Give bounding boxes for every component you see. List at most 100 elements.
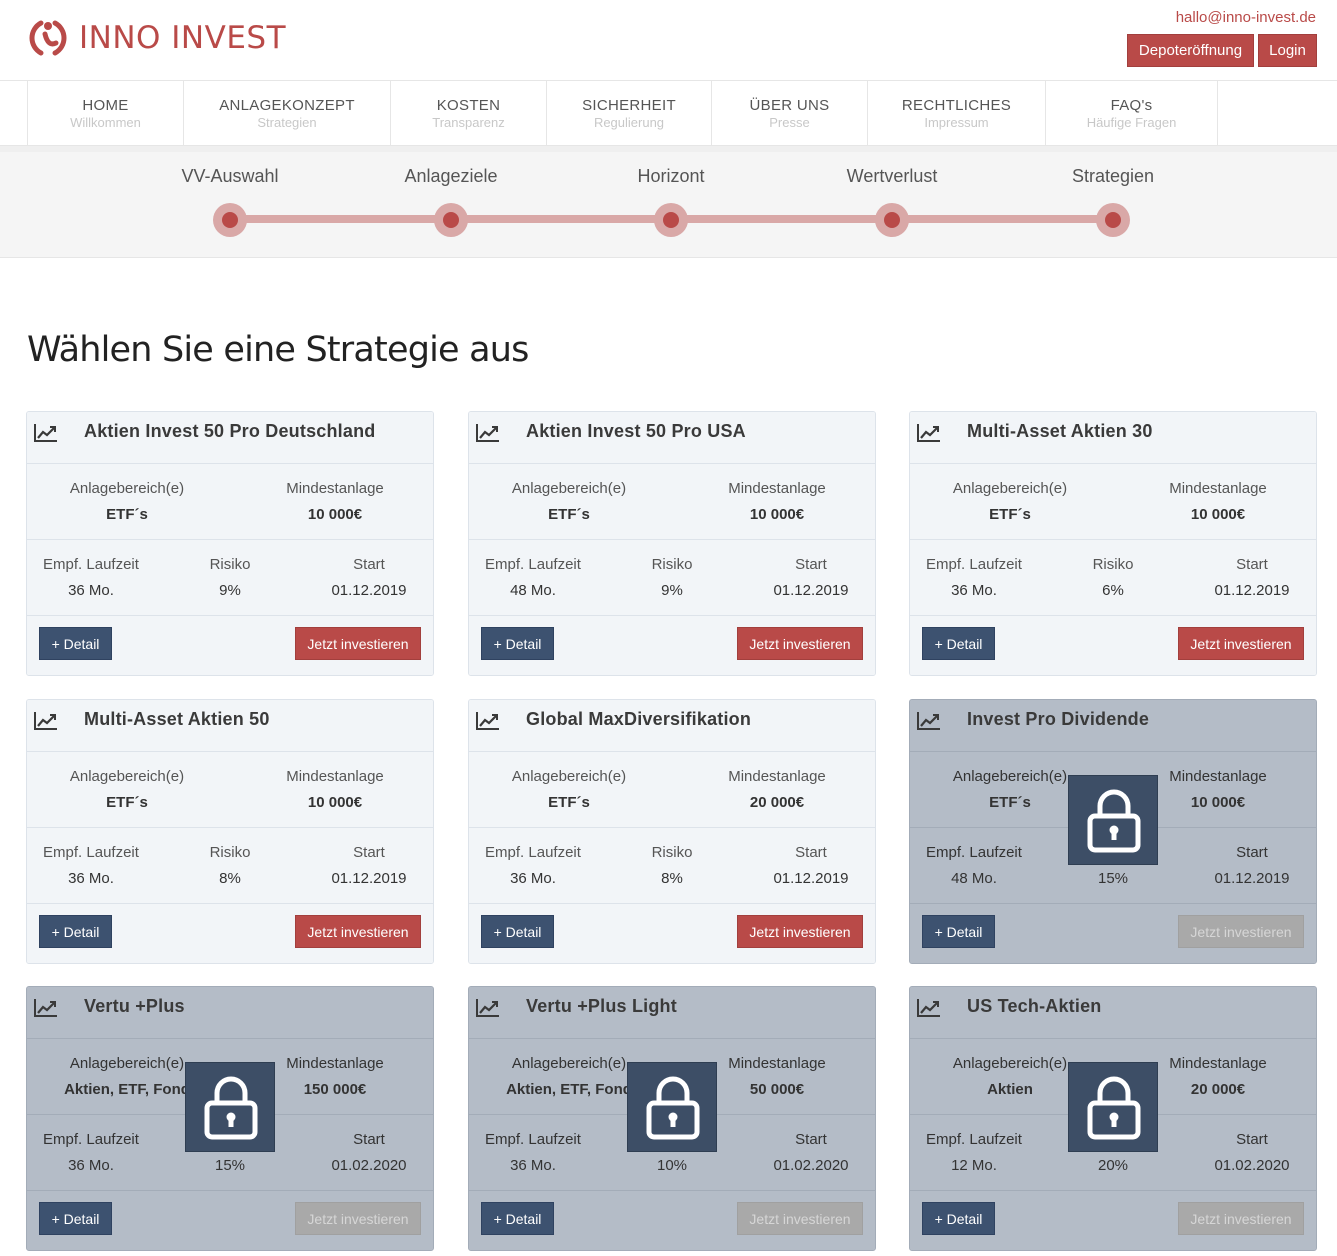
detail-button[interactable]: + Detail (481, 627, 554, 660)
card-row-investment: Anlagebereich(e) ETF´s Mindestanlage 10 … (27, 752, 433, 828)
term-value: 36 Mo. (510, 1157, 556, 1174)
start-value: 01.12.2019 (331, 870, 407, 887)
nav-label: HOME (82, 97, 129, 114)
min-investment-value: 10 000€ (307, 794, 363, 811)
start-value: 01.12.2019 (331, 582, 407, 599)
nav-item-kosten[interactable]: KOSTEN Transparenz (390, 81, 546, 147)
lock-overlay (627, 1062, 717, 1152)
step-strategien[interactable]: Strategien (1023, 166, 1203, 237)
card-row-investment: Anlagebereich(e) ETF´s Mindestanlage 10 … (27, 464, 433, 540)
step-dot (654, 203, 688, 237)
card-row-terms: Empf. Laufzeit 36 Mo. Risiko 8% Start 01… (27, 828, 433, 904)
logo[interactable]: INNO INVEST (27, 18, 286, 58)
chart-trend-icon (475, 710, 501, 732)
main-navigation: HOME Willkommen ANLAGEKONZEPT Strategien… (0, 80, 1337, 147)
nav-item-ueber-uns[interactable]: ÜBER UNS Presse (711, 81, 867, 147)
nav-item-anlagekonzept[interactable]: ANLAGEKONZEPT Strategien (183, 81, 390, 147)
detail-button[interactable]: + Detail (922, 1202, 995, 1235)
invest-button[interactable]: Jetzt investieren (295, 627, 421, 660)
start-value: 01.12.2019 (1214, 582, 1290, 599)
card-footer: + Detail Jetzt investieren (27, 1191, 433, 1250)
term-cell: Empf. Laufzeit 48 Mo. (910, 844, 1038, 887)
strategy-card: Vertu +Plus Anlagebereich(e) Aktien, ETF… (26, 986, 434, 1251)
card-title: Invest Pro Dividende (967, 709, 1150, 729)
page-title: Wählen Sie eine Strategie aus (27, 330, 529, 370)
start-label: Start (795, 556, 827, 573)
min-investment-label: Mindestanlage (728, 480, 826, 497)
term-cell: Empf. Laufzeit 36 Mo. (27, 844, 155, 887)
brand-name: INNO INVEST (79, 20, 287, 56)
nav-label: ÜBER UNS (749, 97, 830, 114)
term-value: 36 Mo. (68, 1157, 114, 1174)
card-header: Global MaxDiversifikation (469, 700, 875, 752)
area-value: ETF´s (548, 506, 590, 523)
invest-button: Jetzt investieren (1178, 1202, 1304, 1235)
site-header: INNO INVEST hallo@inno-invest.de Depoter… (0, 0, 1337, 80)
nav-item-faq[interactable]: FAQ's Häufige Fragen (1045, 81, 1217, 147)
start-label: Start (1236, 1131, 1268, 1148)
progress-stepper: VV-Auswahl Anlageziele Horizont Wertverl… (0, 152, 1337, 258)
step-vv-auswahl[interactable]: VV-Auswahl (140, 166, 320, 237)
detail-button[interactable]: + Detail (39, 915, 112, 948)
card-row-terms: Empf. Laufzeit 36 Mo. Risiko 8% Start 01… (469, 828, 875, 904)
risk-value: 10% (656, 1157, 688, 1174)
depot-opening-button[interactable]: Depoteröffnung (1127, 34, 1254, 67)
area-label: Anlagebereich(e) (69, 768, 185, 785)
detail-button[interactable]: + Detail (481, 1202, 554, 1235)
risk-cell: Risiko 9% (608, 556, 736, 599)
nav-sublabel: Strategien (257, 115, 317, 130)
step-anlageziele[interactable]: Anlageziele (361, 166, 541, 237)
card-title: Vertu +Plus (84, 996, 185, 1016)
card-header: Vertu +Plus Light (469, 987, 875, 1039)
nav-item-rechtliches[interactable]: RECHTLICHES Impressum (867, 81, 1045, 147)
area-cell: Anlagebereich(e) ETF´s (27, 768, 227, 811)
term-label: Empf. Laufzeit (43, 844, 139, 861)
term-value: 48 Mo. (951, 870, 997, 887)
card-title: Multi-Asset Aktien 50 (84, 709, 270, 729)
nav-item-home[interactable]: HOME Willkommen (27, 81, 183, 147)
step-horizont[interactable]: Horizont (581, 166, 761, 237)
contact-email-link[interactable]: hallo@inno-invest.de (1176, 9, 1316, 26)
nav-sublabel: Regulierung (593, 115, 665, 130)
card-row-investment: Anlagebereich(e) ETF´s Mindestanlage 10 … (469, 464, 875, 540)
chart-trend-icon (916, 710, 942, 732)
step-wertverlust[interactable]: Wertverlust (802, 166, 982, 237)
login-button[interactable]: Login (1258, 34, 1317, 67)
chart-trend-icon (475, 997, 501, 1019)
start-cell: Start 01.02.2020 (1182, 1131, 1316, 1174)
risk-value: 8% (661, 870, 683, 887)
min-investment-cell: Mindestanlage 10 000€ (235, 480, 433, 523)
invest-button[interactable]: Jetzt investieren (737, 915, 863, 948)
detail-button[interactable]: + Detail (39, 1202, 112, 1235)
card-header: Aktien Invest 50 Pro USA (469, 412, 875, 464)
area-label: Anlagebereich(e) (69, 480, 185, 497)
nav-item-sicherheit[interactable]: SICHERHEIT Regulierung (546, 81, 711, 147)
card-header: US Tech-Aktien (910, 987, 1316, 1039)
invest-button[interactable]: Jetzt investieren (1178, 627, 1304, 660)
start-cell: Start 01.12.2019 (1182, 844, 1316, 887)
term-cell: Empf. Laufzeit 12 Mo. (910, 1131, 1038, 1174)
start-label: Start (353, 556, 385, 573)
nav-divider (1217, 81, 1218, 147)
nav-label: KOSTEN (436, 97, 501, 114)
risk-cell: Risiko 8% (166, 844, 294, 887)
risk-value: 9% (219, 582, 241, 599)
start-value: 01.12.2019 (1214, 870, 1290, 887)
detail-button[interactable]: + Detail (39, 627, 112, 660)
risk-label: Risiko (651, 844, 693, 861)
start-value: 01.12.2019 (773, 582, 849, 599)
invest-button[interactable]: Jetzt investieren (295, 915, 421, 948)
detail-button[interactable]: + Detail (922, 627, 995, 660)
term-cell: Empf. Laufzeit 36 Mo. (910, 556, 1038, 599)
invest-button[interactable]: Jetzt investieren (737, 627, 863, 660)
detail-button[interactable]: + Detail (922, 915, 995, 948)
lock-overlay (1068, 1062, 1158, 1152)
risk-label: Risiko (651, 556, 693, 573)
chart-trend-icon (33, 710, 59, 732)
card-header: Aktien Invest 50 Pro Deutschland (27, 412, 433, 464)
start-cell: Start 01.02.2020 (299, 1131, 433, 1174)
detail-button[interactable]: + Detail (481, 915, 554, 948)
min-investment-label: Mindestanlage (286, 480, 384, 497)
start-label: Start (795, 844, 827, 861)
term-cell: Empf. Laufzeit 36 Mo. (469, 1131, 597, 1174)
